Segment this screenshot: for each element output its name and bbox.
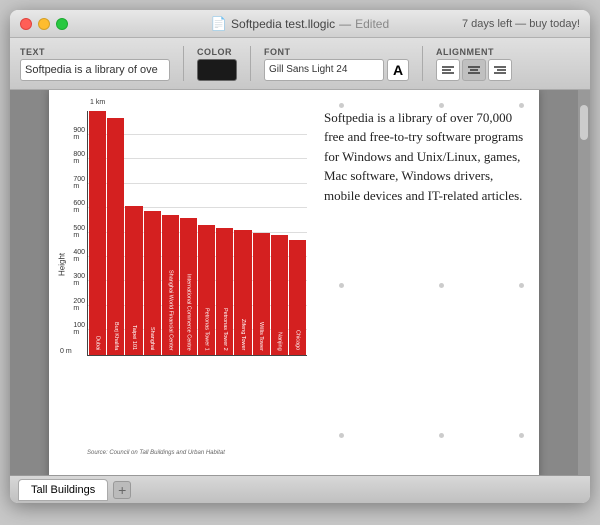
bar-label: Zifeng Tower (240, 319, 246, 350)
bar: Petronas Tower 2 (216, 228, 233, 355)
bar-label: Shanghai World Financial Center (167, 270, 173, 351)
bar-label: Dubai (95, 336, 101, 350)
bar-wrapper: Zifeng Tower (234, 230, 251, 354)
bar: Willis Tower (253, 233, 270, 355)
gridline-zero: 0 m (60, 348, 72, 355)
separator-2 (250, 46, 251, 81)
alignment-group: ALIGNMENT (436, 47, 512, 81)
align-center-button[interactable] (462, 59, 486, 81)
main-content: Height 1 km 900 m 800 m (10, 90, 590, 475)
bar-label: Shanghai (149, 327, 155, 350)
text-group: TEXT Softpedia is a library of ove (20, 47, 170, 81)
tab-tall-buildings[interactable]: Tall Buildings (18, 479, 108, 501)
edited-label: Edited (355, 17, 389, 31)
y-axis-label: Height (58, 252, 67, 275)
chart-container: Height 1 km 900 m 800 m (57, 96, 312, 456)
text-box[interactable]: Softpedia is a library of over 70,000 fr… (324, 108, 524, 206)
scrollbar-thumb[interactable] (580, 105, 588, 140)
tab-bar: Tall Buildings + (10, 475, 590, 503)
bar-wrapper: Shanghai (144, 211, 161, 355)
bar-wrapper: International Commerce Centre (180, 218, 197, 355)
toolbar: TEXT Softpedia is a library of ove COLOR… (10, 38, 590, 90)
title-text: Softpedia test.llogic (231, 17, 335, 31)
alignment-label: ALIGNMENT (436, 47, 512, 57)
chart-source: Source: Council on Tall Buildings and Ur… (87, 450, 225, 456)
bar: Shanghai World Financial Center (162, 215, 179, 354)
text-value: Softpedia is a library of ove (25, 64, 158, 76)
title-bar: 📄 Softpedia test.llogic — Edited 7 days … (10, 10, 590, 38)
bar-wrapper: Petronas Tower 2 (216, 228, 233, 355)
km-label: 1 km (90, 99, 105, 106)
bar-wrapper: Petronas Tower 1 (198, 225, 215, 354)
font-label: FONT (264, 47, 409, 57)
bars-container: Dubai Burj Khalifa Taipei 101 (88, 111, 307, 355)
separator-3 (422, 46, 423, 81)
bar: Burj Khalifa (107, 118, 124, 355)
chart-inner: 1 km 900 m 800 m 700 m 600 m (87, 111, 307, 356)
text-box-content: Softpedia is a library of over 70,000 fr… (324, 110, 523, 203)
bar-label: Burj Khalifa (113, 322, 119, 350)
bar-label: Chicago (294, 330, 300, 350)
font-name-value: Gill Sans Light 24 (269, 64, 347, 75)
bar-wrapper: Willis Tower (253, 233, 270, 355)
bar-label: Petronas Tower 1 (204, 308, 210, 351)
bar-wrapper: Burj Khalifa (107, 118, 124, 355)
bar: Zifeng Tower (234, 230, 251, 354)
guide-dot (519, 283, 524, 288)
align-right-button[interactable] (488, 59, 512, 81)
bar-label: Nanjing (276, 332, 282, 351)
bar-wrapper: Nanjing (271, 235, 288, 355)
bar: Shanghai (144, 211, 161, 355)
bar-wrapper: Chicago (289, 240, 306, 355)
bar-label: Willis Tower (258, 322, 264, 351)
guide-dot (339, 283, 344, 288)
guide-dot (339, 433, 344, 438)
close-button[interactable] (20, 18, 32, 30)
app-window: 📄 Softpedia test.llogic — Edited 7 days … (10, 10, 590, 503)
bar: Nanjing (271, 235, 288, 355)
trial-text: 7 days left — buy today! (462, 18, 580, 30)
bar-wrapper: Dubai (89, 111, 106, 355)
guide-dot (519, 433, 524, 438)
bar: Chicago (289, 240, 306, 355)
color-label: COLOR (197, 47, 237, 57)
text-label: TEXT (20, 47, 170, 57)
color-field[interactable] (197, 59, 237, 81)
text-field[interactable]: Softpedia is a library of ove (20, 59, 170, 81)
bar-wrapper: Taipei 101 (125, 206, 142, 355)
bar: Petronas Tower 1 (198, 225, 215, 354)
bar: Taipei 101 (125, 206, 142, 355)
add-tab-button[interactable]: + (113, 481, 131, 499)
separator-1 (183, 46, 184, 81)
scrollbar[interactable] (578, 90, 590, 475)
bar-label: Taipei 101 (131, 325, 137, 350)
traffic-lights (20, 18, 68, 30)
bar: Dubai (89, 111, 106, 355)
minimize-button[interactable] (38, 18, 50, 30)
bar-label: International Commerce Centre (185, 274, 191, 351)
page: Height 1 km 900 m 800 m (49, 90, 539, 475)
guide-dot (439, 283, 444, 288)
guide-dot (439, 433, 444, 438)
font-name-field[interactable]: Gill Sans Light 24 (264, 59, 384, 81)
align-left-button[interactable] (436, 59, 460, 81)
page-area: Height 1 km 900 m 800 m (10, 90, 578, 475)
bar-label: Petronas Tower 2 (222, 308, 228, 351)
bar: International Commerce Centre (180, 218, 197, 355)
bar-wrapper: Shanghai World Financial Center (162, 215, 179, 354)
tab-label: Tall Buildings (31, 484, 95, 496)
align-buttons (436, 59, 512, 81)
font-group: FONT Gill Sans Light 24 A (264, 47, 409, 81)
color-group: COLOR (197, 47, 237, 81)
maximize-button[interactable] (56, 18, 68, 30)
window-title: 📄 Softpedia test.llogic — Edited (211, 16, 389, 32)
font-icon-button[interactable]: A (387, 59, 409, 81)
